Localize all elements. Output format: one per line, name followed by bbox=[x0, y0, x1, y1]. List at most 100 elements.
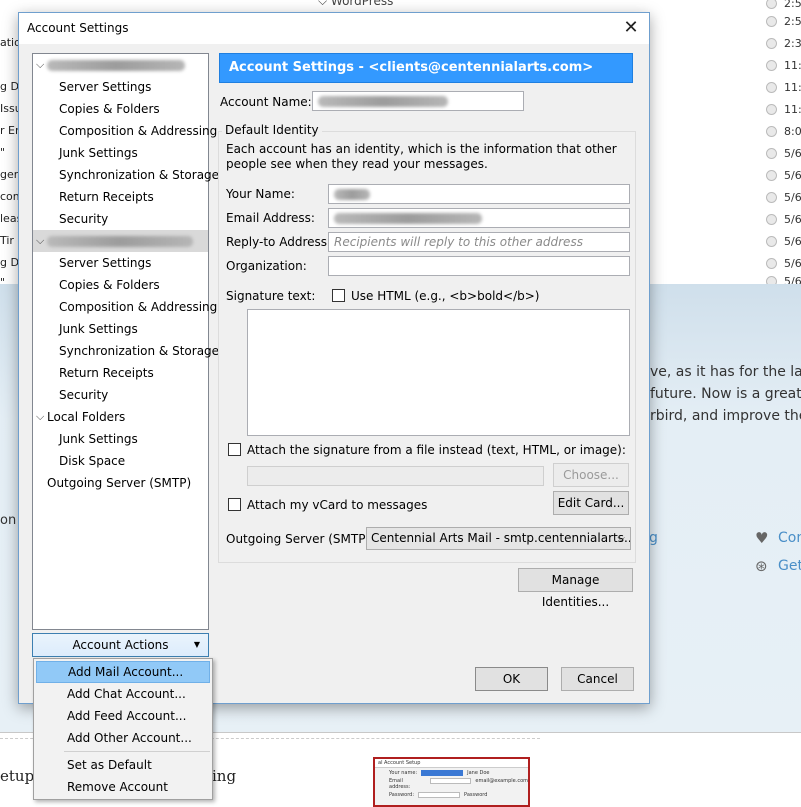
tree-return-receipts[interactable]: Return Receipts bbox=[33, 362, 208, 384]
bg-time-row: 5/6 bbox=[766, 142, 801, 164]
bg-link-fragment[interactable]: g bbox=[649, 530, 658, 546]
thumb-field bbox=[429, 778, 472, 784]
thumb-row: Your name: Jane Doe bbox=[389, 770, 490, 776]
menu-separator bbox=[64, 751, 210, 752]
manage-identities-button[interactable]: Manage Identities... bbox=[518, 568, 633, 609]
bg-side-link[interactable]: Con bbox=[778, 530, 801, 546]
clock-icon bbox=[766, 213, 777, 225]
bg-time-row: 11: bbox=[766, 54, 801, 76]
organization-field[interactable] bbox=[328, 256, 630, 276]
bg-screenshot-thumbnail[interactable]: al Account Setup Your name: Jane Doe Emai… bbox=[373, 757, 530, 807]
attach-signature-label: Attach the signature from a file instead… bbox=[247, 443, 626, 457]
account-actions-menu: Add Mail Account... Add Chat Account... … bbox=[33, 658, 213, 800]
bg-left-fragment: Tir bbox=[0, 234, 14, 247]
your-name-field[interactable] bbox=[328, 184, 630, 204]
tree-sync-storage[interactable]: Synchronization & Storage bbox=[33, 164, 219, 186]
bg-on-fragment: on bbox=[0, 513, 17, 528]
tree-return-receipts[interactable]: Return Receipts bbox=[33, 186, 208, 208]
panel-header: Account Settings - <clients@centennialar… bbox=[219, 53, 633, 83]
clock-icon bbox=[766, 81, 777, 93]
tree-sync-storage[interactable]: Synchronization & Storage bbox=[33, 340, 219, 362]
account-name-field[interactable] bbox=[312, 91, 524, 111]
ok-button[interactable]: OK bbox=[475, 667, 548, 691]
redacted-account-name bbox=[318, 96, 448, 107]
clock-icon bbox=[766, 103, 777, 115]
edit-card-button[interactable]: Edit Card... bbox=[553, 491, 629, 515]
menu-add-mail-account[interactable]: Add Mail Account... bbox=[36, 661, 210, 683]
bg-banner-text: ve, as it has for the last bbox=[650, 364, 801, 380]
tree-server-settings[interactable]: Server Settings bbox=[33, 252, 208, 274]
clock-icon bbox=[766, 37, 777, 49]
menu-add-feed-account[interactable]: Add Feed Account... bbox=[36, 705, 210, 727]
tree-disk-space[interactable]: Disk Space bbox=[33, 450, 208, 472]
bg-time-row: 5/6 bbox=[766, 208, 801, 230]
thumb-field bbox=[421, 770, 464, 776]
clock-icon bbox=[766, 257, 777, 269]
redacted-account-name bbox=[47, 60, 185, 71]
tree-junk-settings[interactable]: Junk Settings bbox=[33, 142, 208, 164]
attach-vcard-checkbox[interactable] bbox=[228, 498, 241, 511]
thumb-field bbox=[418, 792, 461, 798]
heart-icon: ♥ bbox=[755, 529, 769, 547]
title-bar[interactable]: Account Settings ✕ bbox=[19, 13, 649, 44]
clock-icon bbox=[766, 147, 777, 159]
tree-copies-folders[interactable]: Copies & Folders bbox=[33, 274, 208, 296]
email-field[interactable] bbox=[328, 208, 630, 228]
signature-label: Signature text: bbox=[226, 289, 316, 303]
attach-vcard-label: Attach my vCard to messages bbox=[247, 498, 428, 512]
use-html-checkbox[interactable] bbox=[332, 289, 345, 302]
account-actions-button[interactable]: Account Actions ▼ bbox=[32, 633, 209, 657]
chevron-down-icon: ▼ bbox=[193, 640, 200, 649]
thumb-title: al Account Setup bbox=[375, 759, 528, 768]
menu-add-chat-account[interactable]: Add Chat Account... bbox=[36, 683, 210, 705]
bg-time-row: 11: bbox=[766, 98, 801, 120]
outgoing-server-select[interactable]: Centennial Arts Mail - smtp.centennialar… bbox=[366, 527, 631, 550]
clock-icon bbox=[766, 125, 777, 137]
menu-remove-account[interactable]: Remove Account bbox=[36, 776, 210, 798]
menu-add-other-account[interactable]: Add Other Account... bbox=[36, 727, 210, 749]
tree-account-2[interactable]: ⌵ bbox=[33, 230, 208, 252]
bg-time-row: 8:0 bbox=[766, 120, 801, 142]
chevron-down-icon[interactable]: ⌵ bbox=[36, 406, 44, 428]
bg-banner-text: rbird, and improve the bbox=[650, 408, 801, 424]
redacted-account-name bbox=[47, 236, 193, 247]
tree-copies-folders[interactable]: Copies & Folders bbox=[33, 98, 208, 120]
menu-set-as-default[interactable]: Set as Default bbox=[36, 754, 210, 776]
bg-time-row: 5/6 bbox=[766, 186, 801, 208]
tree-security[interactable]: Security bbox=[33, 208, 208, 230]
bg-side-link[interactable]: Get bbox=[778, 558, 801, 574]
close-icon[interactable]: ✕ bbox=[617, 15, 645, 41]
tree-junk-settings[interactable]: Junk Settings bbox=[33, 318, 208, 340]
tree-composition-addressing[interactable]: Composition & Addressing bbox=[33, 120, 217, 142]
thumb-row: Password: Password bbox=[389, 792, 488, 798]
chevron-down-icon[interactable]: ⌵ bbox=[36, 230, 44, 252]
account-tree[interactable]: ⌵ Server Settings Copies & Folders Compo… bbox=[32, 53, 219, 630]
attach-signature-checkbox[interactable] bbox=[228, 443, 241, 456]
tree-account-1[interactable]: ⌵ bbox=[33, 54, 208, 76]
tree-security[interactable]: Security bbox=[33, 384, 208, 406]
bg-left-fragment: " bbox=[0, 146, 6, 159]
signature-textarea[interactable] bbox=[247, 309, 630, 436]
reply-to-field[interactable]: Recipients will reply to this other addr… bbox=[328, 232, 630, 252]
bg-setup-fragment: etup bbox=[0, 767, 35, 785]
choose-button[interactable]: Choose... bbox=[553, 463, 629, 487]
bg-time-row: 2:5 bbox=[766, 10, 801, 32]
account-settings-dialog: Account Settings ✕ ⌵ Server Settings Cop… bbox=[18, 12, 650, 704]
cancel-button[interactable]: Cancel bbox=[561, 667, 634, 691]
outgoing-server-label: Outgoing Server (SMTP): bbox=[226, 532, 375, 546]
tree-composition-addressing[interactable]: Composition & Addressing bbox=[33, 296, 217, 318]
redacted-email bbox=[334, 213, 482, 224]
bg-time-row: 2:3 bbox=[766, 32, 801, 54]
dialog-title: Account Settings bbox=[27, 21, 129, 35]
bg-banner-text: future. Now is a great bbox=[650, 386, 801, 402]
chevron-down-icon[interactable]: ⌵ bbox=[36, 54, 44, 76]
redacted-name bbox=[334, 189, 370, 200]
use-html-label: Use HTML (e.g., <b>bold</b>) bbox=[351, 289, 540, 303]
tree-junk-settings[interactable]: Junk Settings bbox=[33, 428, 208, 450]
tree-local-folders[interactable]: ⌵ Local Folders bbox=[33, 406, 208, 428]
clock-icon bbox=[766, 191, 777, 203]
bg-ing-fragment: ing bbox=[212, 767, 237, 785]
bg-time-row: 5/6 bbox=[766, 164, 801, 186]
tree-outgoing-server[interactable]: Outgoing Server (SMTP) bbox=[33, 472, 208, 494]
tree-server-settings[interactable]: Server Settings bbox=[33, 76, 208, 98]
